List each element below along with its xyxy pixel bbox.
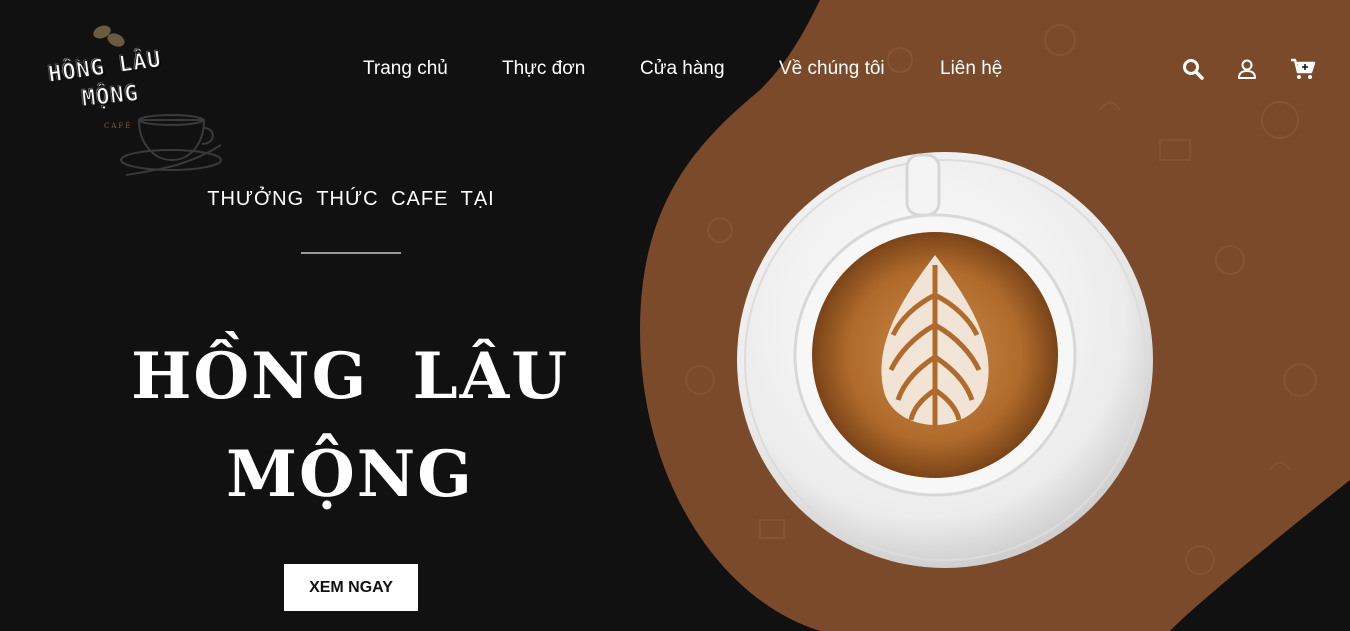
nav-item-about[interactable]: Về chúng tôi <box>779 58 885 80</box>
user-icon[interactable] <box>1237 58 1261 82</box>
coffee-cup-image <box>737 152 1153 568</box>
brand-logo[interactable]: HỒNG LÂU MỘNG CAFÉ <box>44 20 224 185</box>
nav-item-store[interactable]: Cửa hàng <box>640 58 725 80</box>
hero-title-line1: HỒNG LÂU <box>130 339 570 414</box>
search-icon[interactable] <box>1182 58 1206 82</box>
nav-item-home[interactable]: Trang chủ <box>363 58 448 80</box>
logo-subtitle: CAFÉ <box>104 122 133 130</box>
hero-tagline: THƯỞNG THỨC CAFE TẠI <box>207 188 495 210</box>
view-now-button[interactable]: XEM NGAY <box>284 564 418 611</box>
nav-item-contact[interactable]: Liên hệ <box>940 58 1002 80</box>
hero-title-line2: MỘNG <box>226 437 474 512</box>
main-nav: Trang chủ Thực đơn Cửa hàng Về chúng tôi… <box>0 58 1350 82</box>
hero-divider <box>301 252 401 254</box>
cart-icon[interactable] <box>1290 58 1316 82</box>
nav-item-menu[interactable]: Thực đơn <box>502 58 585 80</box>
hero-title: HỒNG LÂU MỘNG <box>100 328 600 524</box>
